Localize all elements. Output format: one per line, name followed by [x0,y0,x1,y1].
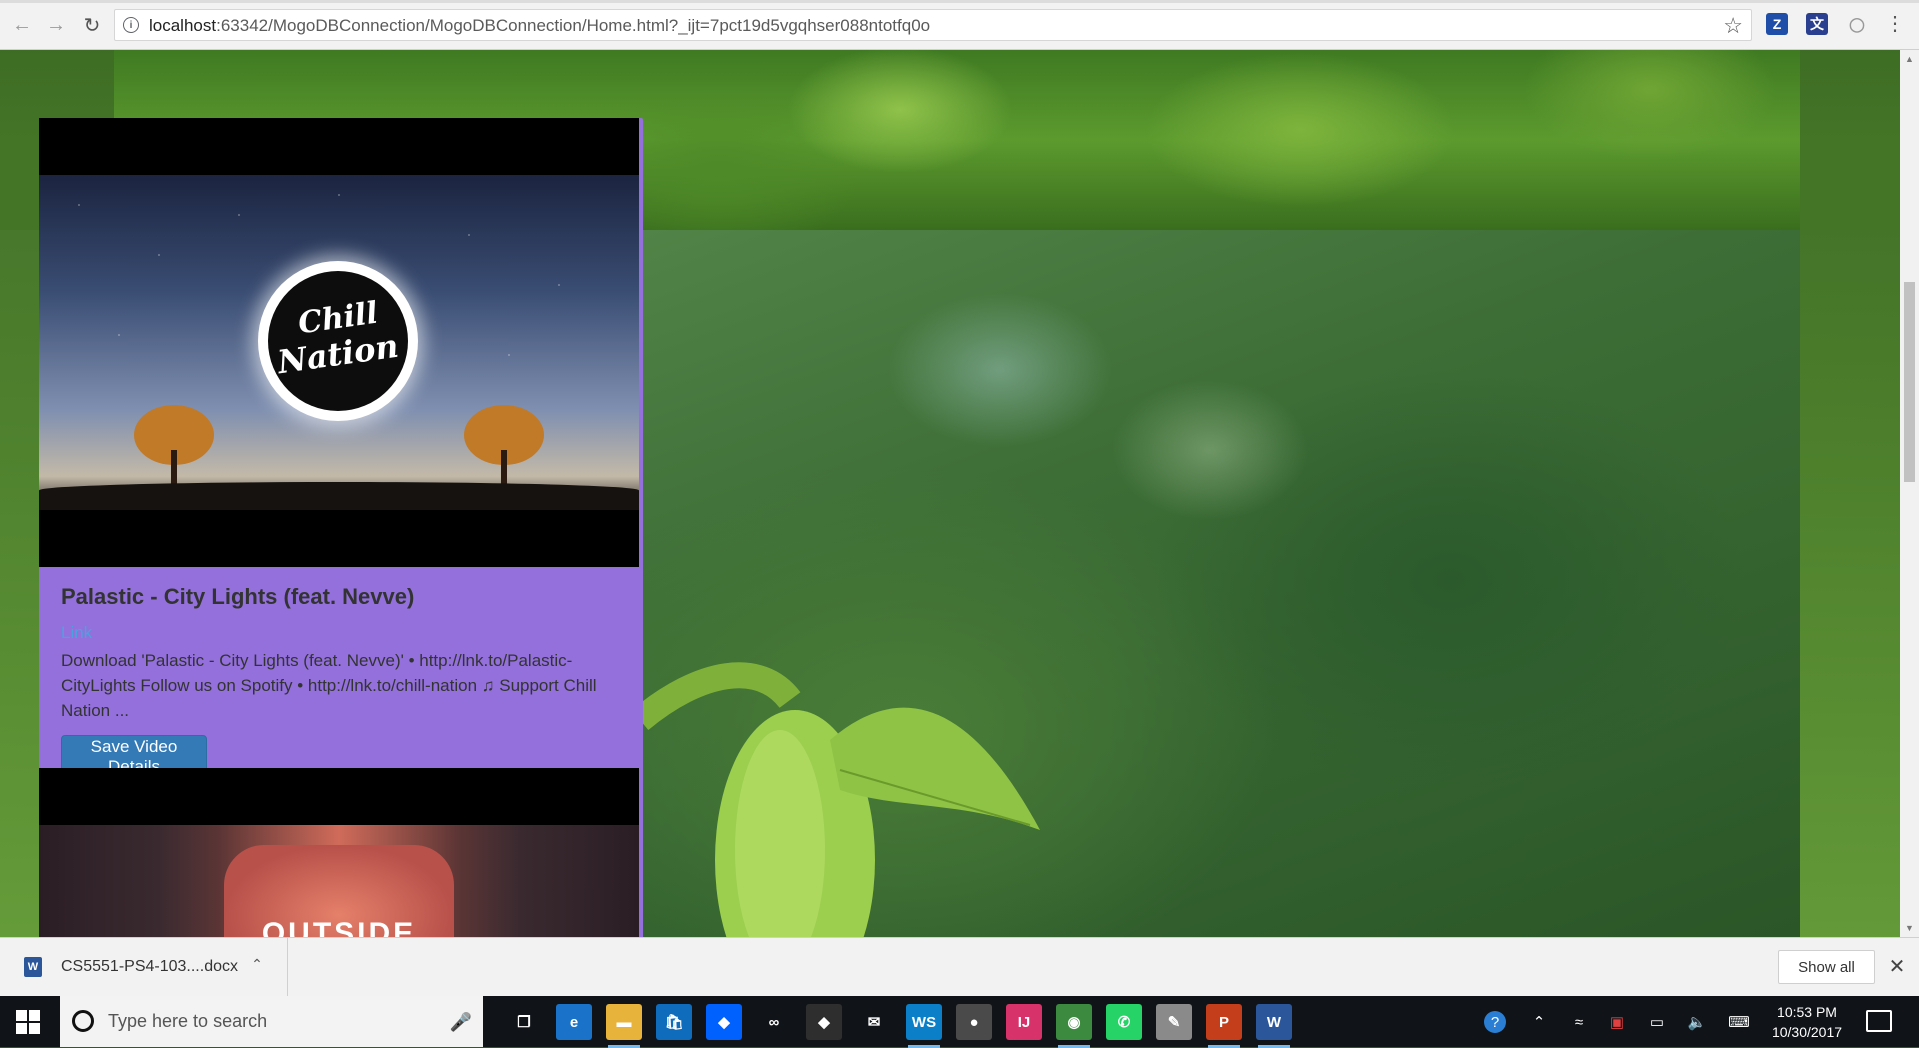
windows-start-icon[interactable] [16,1010,40,1034]
zotero-extension-icon[interactable]: Z [1766,13,1788,35]
back-icon[interactable]: ← [10,13,34,37]
scroll-up-arrow-icon[interactable]: ▲ [1900,52,1919,66]
download-item[interactable]: W CS5551-PS4-103....docx ⌃ [0,938,288,996]
reload-icon[interactable]: ↻ [80,13,104,37]
video-link[interactable]: Link [61,623,92,643]
scroll-down-arrow-icon[interactable]: ▼ [1900,921,1919,935]
chrome-icon[interactable]: ◉ [1056,1004,1092,1048]
volume-muted-icon[interactable]: 🔈 [1686,1011,1708,1033]
tab-strip [0,0,1919,3]
word-icon[interactable]: W [1256,1004,1292,1048]
word-document-icon: W [24,957,42,977]
store-icon[interactable]: 🛍 [656,1004,692,1040]
logo-disc: Chill Nation [268,271,408,411]
url-path: :63342/MogoDBConnection/MogoDBConnection… [216,16,931,35]
git-icon[interactable]: ◆ [806,1004,842,1040]
close-icon[interactable]: ✕ [1886,954,1908,978]
download-shelf: W CS5551-PS4-103....docx ⌃ Show all ✕ [0,937,1919,996]
cortana-icon [72,1010,94,1032]
help-icon[interactable]: ? [1484,1011,1506,1033]
video-title: Palastic - City Lights (feat. Nevve) [61,584,415,609]
circle-extension-icon[interactable]: ◯ [1846,13,1868,35]
url-text[interactable]: localhost:63342/MogoDBConnection/MogoDBC… [149,16,930,36]
search-placeholder: Type here to search [108,1011,268,1031]
sprout-image [640,662,1040,937]
taskbar-search[interactable]: Type here to search 🎤 [60,996,483,1047]
action-center-icon[interactable] [1866,1010,1892,1032]
video-thumbnail[interactable]: OUTSIDE [39,825,639,937]
edge-icon[interactable]: e [556,1004,592,1040]
video-card: OUTSIDE [39,768,643,937]
forward-icon[interactable]: → [44,13,68,37]
chill-nation-logo: Chill Nation [258,261,418,421]
github-icon[interactable]: ● [956,1004,992,1040]
dropbox-icon[interactable]: ◆ [706,1004,742,1040]
video-player[interactable]: OUTSIDE [39,768,639,937]
page-scrollbar[interactable]: ▲ ▼ [1900,50,1919,937]
browser-toolbar: ← → ↻ i localhost:63342/MogoDBConnection… [0,0,1919,50]
tree-left-image [134,405,214,490]
keyboard-icon[interactable]: ⌨ [1728,1011,1750,1033]
translate-extension-icon[interactable]: 文 [1806,13,1828,35]
gift-icon[interactable]: ▣ [1606,1011,1628,1033]
whatsapp-icon[interactable]: ✆ [1106,1004,1142,1040]
chevron-up-icon[interactable]: ⌃ [1528,1011,1550,1033]
page-viewport: Chill Nation Palastic - City Lights (fea… [0,50,1900,937]
video-thumbnail[interactable]: Chill Nation [39,175,639,510]
windows-taskbar: Type here to search 🎤 ❐ e ▬ 🛍 ◆ ∞ ◆ ✉ WS ● IJ ◉ ✆ ✎ P W… [0,996,1919,1048]
bookmark-star-icon[interactable]: ☆ [1723,13,1743,39]
video-description: Download 'Palastic - City Lights (feat. … [61,651,597,720]
show-all-button[interactable]: Show all [1778,950,1875,984]
file-explorer-icon[interactable]: ▬ [606,1004,642,1048]
scroll-thumb[interactable] [1904,282,1915,482]
task-view-icon[interactable]: ❐ [506,1004,542,1040]
clock-date: 10/30/2017 [1771,1024,1843,1040]
download-file-name[interactable]: CS5551-PS4-103....docx [61,958,238,976]
powerpoint-icon[interactable]: P [1206,1004,1242,1048]
ground-silhouette [39,482,639,510]
chrome-menu-icon[interactable]: ⋮ [1885,12,1905,36]
thumbnail-text: OUTSIDE [261,917,417,937]
address-bar[interactable]: i localhost:63342/MogoDBConnection/MogoD… [114,9,1752,41]
microphone-icon[interactable]: 🎤 [450,1010,472,1034]
intellij-icon[interactable]: IJ [1006,1004,1042,1040]
battery-icon[interactable]: ▭ [1646,1011,1668,1033]
webstorm-icon[interactable]: WS [906,1004,942,1048]
paint-icon[interactable]: ✎ [1156,1004,1192,1040]
tree-right-image [464,405,544,490]
arduino-icon[interactable]: ∞ [756,1004,792,1040]
right-background-strip [1800,50,1900,937]
info-icon[interactable]: i [123,17,139,33]
wifi-icon[interactable]: ≈ [1568,1011,1590,1033]
system-clock[interactable]: 10:53 PM 10/30/2017 [1762,1002,1852,1042]
chevron-up-icon[interactable]: ⌃ [248,954,266,974]
clock-time: 10:53 PM [1777,1004,1837,1020]
video-player[interactable]: Chill Nation [39,118,639,567]
video-card: Chill Nation Palastic - City Lights (fea… [39,118,643,790]
url-host: localhost [149,16,217,35]
mail-icon[interactable]: ✉ [856,1004,892,1040]
